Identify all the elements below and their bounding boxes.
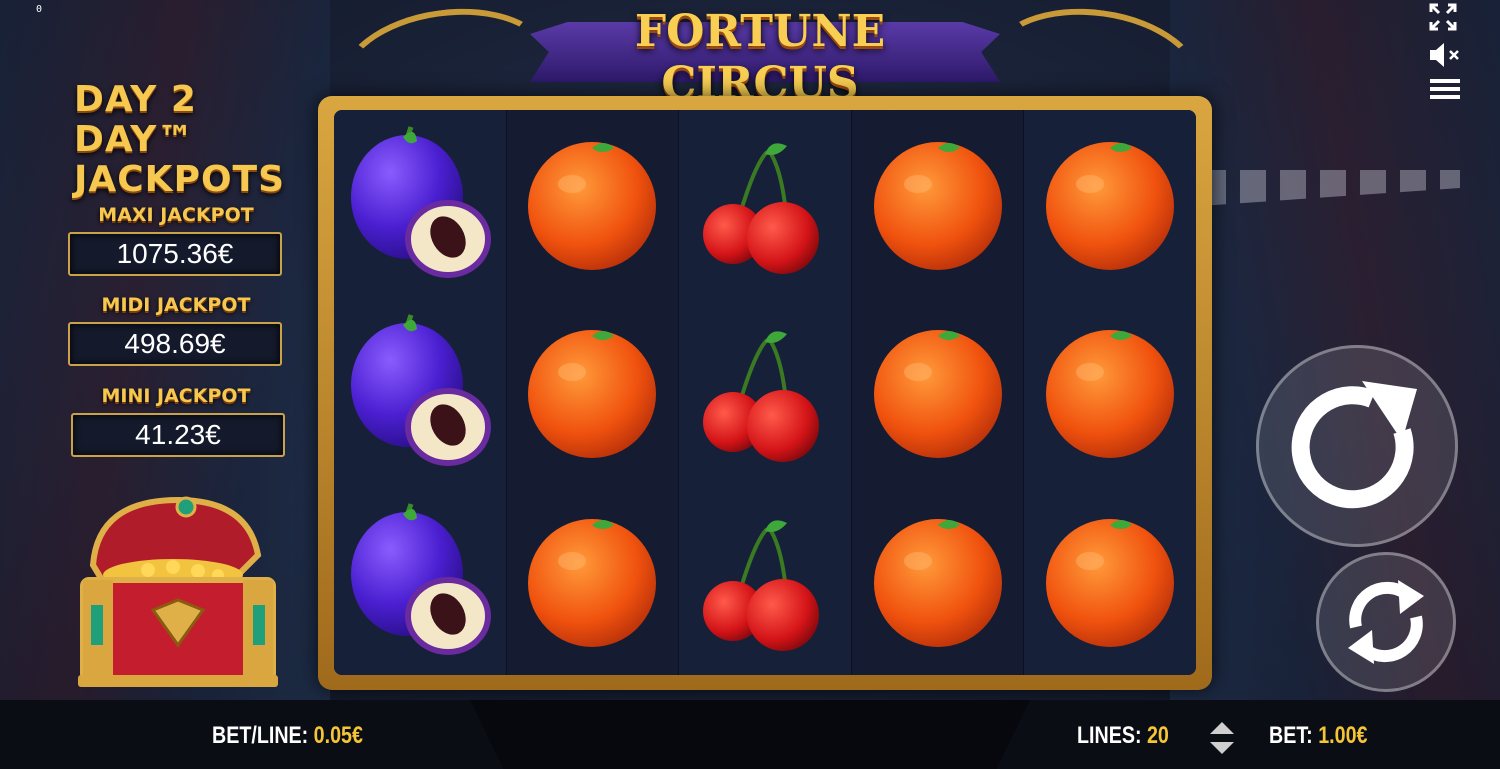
cherry-symbol-icon <box>679 487 851 675</box>
lines-label: LINES: <box>1077 722 1142 749</box>
bet-adjust-arrows-icon[interactable] <box>1208 720 1236 756</box>
bottom-bar-notch <box>470 700 1030 769</box>
orange-symbol-icon <box>1024 298 1196 486</box>
reel-4 <box>852 110 1025 675</box>
cherry-symbol-icon <box>679 298 851 486</box>
fullscreen-icon[interactable] <box>1426 2 1460 32</box>
maxi-jackpot-value: 1075.36€ <box>68 232 282 276</box>
plum-symbol-icon <box>334 298 506 486</box>
bet-line-value: 0.05€ <box>313 722 363 749</box>
bet-per-line: BET/LINE: 0.05€ <box>212 722 363 750</box>
treasure-chest-icon <box>78 496 278 687</box>
bet-label: BET: <box>1269 722 1313 749</box>
orange-symbol-icon <box>507 110 679 298</box>
maxi-jackpot-label: MAXI JACKPOT <box>98 204 254 226</box>
reel-3 <box>679 110 852 675</box>
sound-muted-icon[interactable] <box>1428 40 1462 70</box>
orange-symbol-icon <box>852 487 1024 675</box>
reel-2 <box>507 110 680 675</box>
game-logo: FORTUNE CIRCUS <box>610 6 910 110</box>
jackpots-title: DAY 2 DAY™ JACKPOTS <box>74 80 314 200</box>
midi-jackpot-value: 498.69€ <box>68 322 282 366</box>
plum-symbol-icon <box>334 487 506 675</box>
mini-jackpot-label: MINI JACKPOT <box>101 385 251 407</box>
lines-value: 20 <box>1146 722 1169 749</box>
spin-icon <box>1291 381 1417 509</box>
mini-jackpot-value: 41.23€ <box>71 413 285 457</box>
menu-icon[interactable] <box>1428 74 1462 104</box>
cherry-symbol-icon <box>679 110 851 298</box>
reel-grid <box>334 110 1196 675</box>
orange-symbol-icon <box>1024 487 1196 675</box>
total-bet: BET: 1.00€ <box>1269 722 1367 750</box>
orange-symbol-icon <box>852 298 1024 486</box>
jackpots-title-line1: DAY 2 DAY™ <box>74 79 197 160</box>
autoplay-icon <box>1348 580 1424 664</box>
orange-symbol-icon <box>507 298 679 486</box>
reel-5 <box>1024 110 1196 675</box>
top-counter: 0 <box>36 4 43 15</box>
reel-1 <box>334 110 507 675</box>
orange-symbol-icon <box>852 110 1024 298</box>
midi-jackpot-label: MIDI JACKPOT <box>101 294 251 316</box>
orange-symbol-icon <box>507 487 679 675</box>
autoplay-button[interactable] <box>1316 552 1456 692</box>
plum-symbol-icon <box>334 110 506 298</box>
game-title-line1: FORTUNE <box>634 6 886 57</box>
bet-line-label: BET/LINE: <box>212 722 309 749</box>
lines: LINES: 20 <box>1077 722 1169 750</box>
bet-value: 1.00€ <box>1318 722 1368 749</box>
spin-button[interactable] <box>1256 345 1458 547</box>
jackpots-title-line2: JACKPOTS <box>74 159 286 200</box>
orange-symbol-icon <box>1024 110 1196 298</box>
